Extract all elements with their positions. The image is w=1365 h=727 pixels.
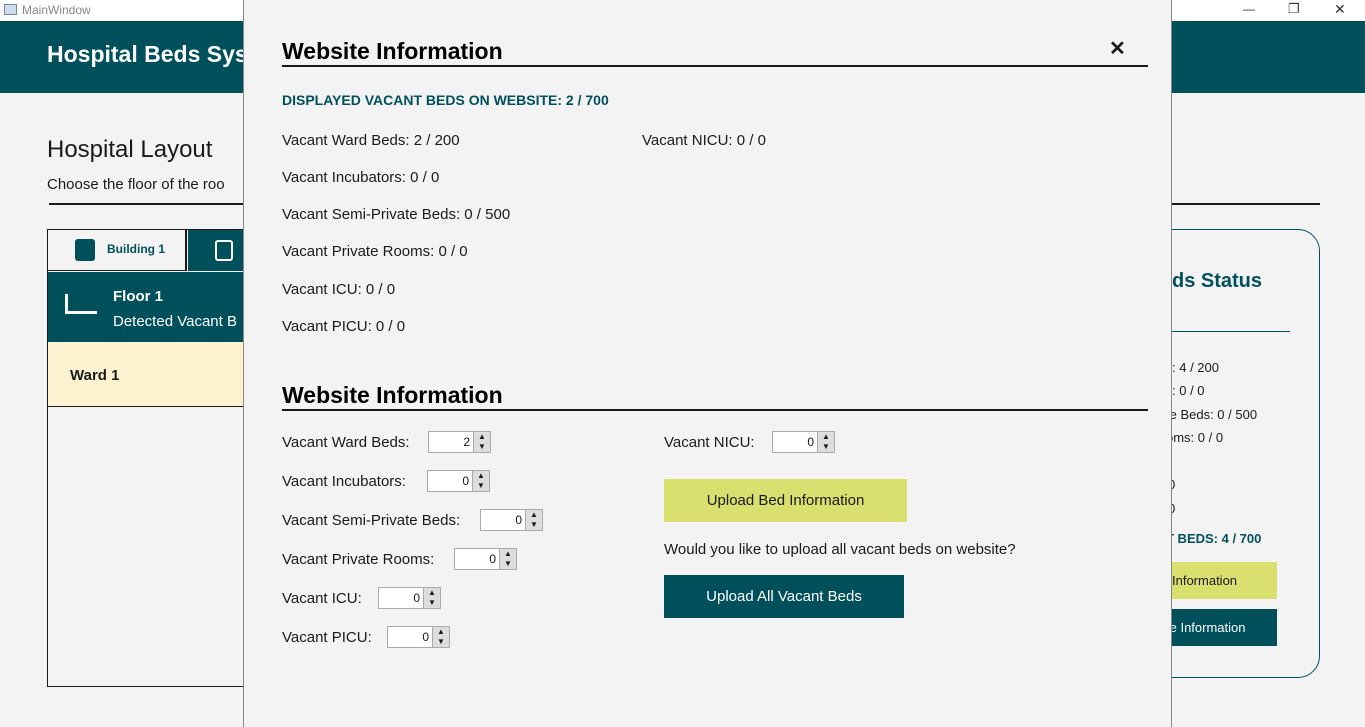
building-icon bbox=[75, 239, 95, 261]
window-title: MainWindow bbox=[22, 3, 91, 17]
nicu-stepper[interactable]: 0 ▲ ▼ bbox=[772, 431, 835, 453]
app-icon bbox=[4, 4, 17, 15]
field-label: Vacant Ward Beds: bbox=[282, 434, 410, 451]
upload-all-vacant-beds-button[interactable]: Upload All Vacant Beds bbox=[664, 575, 904, 618]
vacant-nicu: Vacant NICU: 0 / 0 bbox=[642, 132, 766, 149]
minimize-button[interactable]: — bbox=[1243, 2, 1255, 16]
private-rooms-stepper[interactable]: 0 ▲ ▼ bbox=[454, 548, 517, 570]
status-total: T BEDS: 4 / 700 bbox=[1166, 531, 1262, 546]
floor-name: Floor 1 bbox=[113, 288, 164, 305]
vacant-icu: Vacant ICU: 0 / 0 bbox=[282, 281, 396, 298]
form-rule bbox=[282, 409, 1148, 411]
status-title: ds Status bbox=[1172, 270, 1263, 292]
ward-item[interactable]: Ward 1 bbox=[48, 342, 248, 407]
field-label: Vacant Private Rooms: bbox=[282, 551, 435, 568]
website-information-modal: Website Information ✕ DISPLAYED VACANT B… bbox=[243, 0, 1172, 727]
upload-bed-information-button[interactable]: Upload Bed Information bbox=[664, 479, 907, 522]
field-label: Vacant Semi-Private Beds: bbox=[282, 512, 461, 529]
layout-subtitle: Choose the floor of the roo bbox=[47, 176, 225, 193]
app-title: Hospital Beds Sys bbox=[47, 41, 248, 67]
field-label: Vacant PICU: bbox=[282, 629, 372, 646]
building-icon bbox=[215, 240, 233, 261]
update-information-button[interactable]: Information bbox=[1160, 562, 1277, 599]
building-panel: Building 1 Floor 1 Detected Vacant B War… bbox=[47, 229, 248, 687]
vacant-private-rooms: Vacant Private Rooms: 0 / 0 bbox=[282, 243, 468, 260]
field-label: Vacant ICU: bbox=[282, 590, 362, 607]
field-label: Vacant NICU: bbox=[664, 434, 755, 451]
tab-label: Building 1 bbox=[107, 242, 165, 256]
ward-label: Ward 1 bbox=[70, 367, 120, 384]
modal-title: Website Information bbox=[282, 38, 503, 64]
upload-question: Would you like to upload all vacant beds… bbox=[664, 541, 1016, 558]
picu-stepper[interactable]: 0 ▲ ▼ bbox=[387, 626, 450, 648]
floor-item[interactable]: Floor 1 Detected Vacant B bbox=[48, 272, 248, 342]
tab-building-2[interactable] bbox=[188, 230, 248, 271]
form-title: Website Information bbox=[282, 382, 503, 408]
tab-building-1[interactable]: Building 1 bbox=[48, 230, 187, 271]
vacant-semi-private: Vacant Semi-Private Beds: 0 / 500 bbox=[282, 206, 511, 223]
restore-button[interactable]: ❐ bbox=[1288, 1, 1300, 17]
status-rule bbox=[1172, 331, 1290, 332]
status-row: : 0 / 0 bbox=[1172, 383, 1205, 398]
icu-stepper[interactable]: 0 ▲ ▼ bbox=[378, 587, 441, 609]
vacant-picu: Vacant PICU: 0 / 0 bbox=[282, 318, 406, 335]
floor-detail: Detected Vacant B bbox=[113, 313, 237, 330]
status-row: : 4 / 200 bbox=[1172, 360, 1219, 375]
status-row: te Beds: 0 / 500 bbox=[1166, 407, 1258, 422]
vacant-ward-beds: Vacant Ward Beds: 2 / 200 bbox=[282, 132, 460, 149]
vacant-incubators: Vacant Incubators: 0 / 0 bbox=[282, 169, 440, 186]
close-icon[interactable]: ✕ bbox=[1109, 36, 1126, 61]
bed-icon bbox=[65, 294, 97, 314]
close-window-button[interactable]: ✕ bbox=[1334, 1, 1346, 18]
ward-beds-stepper[interactable]: 2 ▲ ▼ bbox=[428, 431, 491, 453]
website-information-button[interactable]: te Information bbox=[1160, 609, 1277, 646]
title-rule bbox=[282, 65, 1148, 67]
status-row: oms: 0 / 0 bbox=[1166, 430, 1224, 445]
displayed-vacant-beds: DISPLAYED VACANT BEDS ON WEBSITE: 2 / 70… bbox=[282, 92, 609, 108]
field-label: Vacant Incubators: bbox=[282, 473, 406, 490]
layout-heading: Hospital Layout bbox=[47, 136, 213, 163]
incubators-stepper[interactable]: 0 ▲ ▼ bbox=[427, 470, 490, 492]
semi-private-stepper[interactable]: 0 ▲ ▼ bbox=[480, 509, 543, 531]
